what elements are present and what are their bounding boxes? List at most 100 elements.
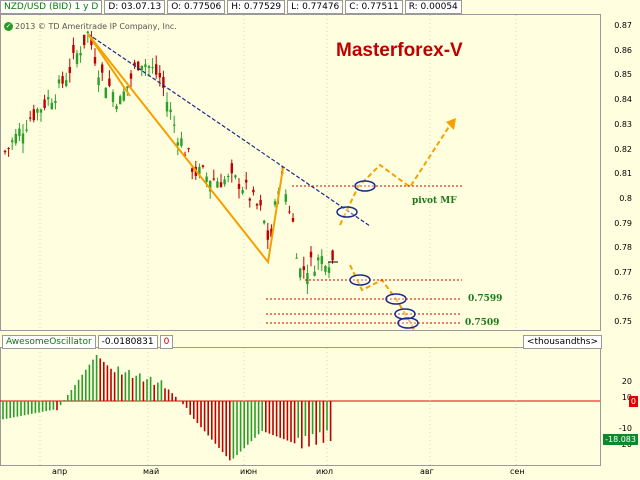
price-chart[interactable]: [0, 0, 640, 333]
candle-body: [245, 179, 248, 183]
candle-body: [299, 268, 302, 278]
oscillator-bar: [265, 401, 267, 433]
oscillator-bar: [236, 401, 238, 456]
oscillator-bar: [113, 372, 116, 401]
oscillator-bar: [290, 401, 292, 442]
quote-header: NZD/USD (BID) 1 y D D: 03.07.13 O: 0.775…: [0, 0, 464, 14]
candle-body: [79, 53, 82, 56]
candle-body: [212, 178, 215, 180]
candle-body: [295, 257, 298, 259]
trend-line: [87, 33, 371, 227]
oscillator-bar: [88, 364, 91, 401]
candle-body: [115, 105, 118, 110]
candle-body: [327, 267, 331, 273]
candle-body: [7, 147, 10, 149]
candle-body: [86, 31, 89, 33]
oscillator-bar: [23, 401, 26, 416]
oscillator-bar: [247, 401, 249, 445]
oscillator-bar: [49, 401, 51, 411]
candle-body: [173, 124, 176, 126]
candle-body: [266, 230, 269, 240]
candle-body: [309, 251, 313, 258]
candle-body: [237, 183, 241, 189]
oscillator-bar: [31, 401, 33, 414]
month-label: апр: [52, 467, 68, 476]
open-value: O: 0.77506: [167, 0, 226, 14]
candle-body: [108, 78, 111, 86]
oscillator-bar: [293, 401, 296, 444]
company-logo-icon: ✓: [4, 22, 13, 31]
oscillator-bar: [232, 401, 235, 459]
candle-body: [50, 102, 53, 110]
candle-body: [61, 76, 64, 84]
candle-body: [306, 273, 309, 285]
candle-body: [191, 168, 194, 172]
month-label: июл: [316, 467, 334, 476]
candle-body: [248, 198, 251, 201]
candle-body: [83, 34, 86, 45]
oscillator-bar: [16, 401, 19, 417]
oscillator-bar: [142, 381, 145, 401]
oscillator-bar: [63, 400, 65, 402]
oscillator-bar: [275, 401, 278, 437]
oscillator-bar: [329, 401, 332, 442]
candle-body: [158, 72, 161, 78]
candle-body: [255, 204, 259, 206]
oscillator-bar: [164, 388, 166, 401]
oscillator-bar: [59, 401, 62, 406]
oscillator-bar: [121, 374, 123, 401]
high-value: H: 0.77529: [227, 0, 286, 14]
oscillator-name[interactable]: AwesomeOscillator: [2, 335, 96, 349]
candle-body: [263, 220, 266, 224]
oscillator-bar: [92, 359, 94, 401]
oscillator-value: -0.0180831: [97, 335, 158, 349]
candle-body: [43, 99, 46, 108]
oscillator-bar: [56, 401, 58, 411]
candle-body: [288, 211, 291, 213]
oscillator-bar: [95, 355, 98, 401]
candle-body: [151, 67, 154, 69]
candle-body: [65, 80, 68, 86]
candle-body: [97, 77, 100, 86]
candle-body: [201, 165, 205, 167]
month-label: май: [143, 467, 160, 476]
oscillator-bar: [175, 396, 177, 401]
oscillator-chart[interactable]: [0, 333, 640, 467]
copyright-watermark: ✓ 2013 © TD Ameritrade IP Company, Inc.: [4, 22, 177, 31]
candle-body: [252, 189, 255, 193]
oscillator-bar: [185, 401, 188, 408]
oscillator-bar: [2, 401, 4, 420]
price-axis-label: 0.87: [614, 21, 632, 30]
oscillator-bar: [45, 401, 47, 412]
candle-body: [119, 96, 122, 105]
oscillator-bar: [70, 389, 73, 401]
candle-body: [126, 86, 129, 89]
candle-body: [39, 109, 43, 113]
oscillator-bar: [304, 401, 307, 436]
candle-body: [284, 194, 287, 202]
candle-body: [68, 67, 71, 73]
oscillator-bar: [207, 401, 209, 436]
pivot-ellipse-marker: [385, 293, 407, 305]
candle-body: [147, 66, 151, 68]
candle-body: [259, 200, 262, 206]
candle-body: [18, 128, 21, 137]
oscillator-bar: [131, 378, 134, 401]
symbol-label[interactable]: NZD/USD (BID) 1 y D: [0, 0, 103, 14]
pivot-label: pivot MF: [412, 196, 457, 206]
zero-badge: 0: [628, 396, 638, 407]
oscillator-bar: [279, 401, 281, 438]
watermark-text: 2013 © TD Ameritrade IP Company, Inc.: [15, 22, 177, 31]
oscillator-bar: [214, 401, 217, 444]
candle-body: [25, 129, 28, 131]
oscillator-bar: [9, 401, 11, 419]
pivot-ellipse-marker: [349, 274, 371, 286]
brand-title: Masterforex-V: [336, 40, 463, 61]
candle-body: [234, 175, 237, 178]
chart-frame: [0, 14, 601, 331]
candle-body: [29, 117, 32, 119]
oscillator-bar: [193, 401, 195, 419]
level-label-0-7509: 0.7509: [465, 318, 500, 328]
oscillator-axis-label: -10: [618, 424, 632, 433]
candle-body: [180, 138, 183, 147]
